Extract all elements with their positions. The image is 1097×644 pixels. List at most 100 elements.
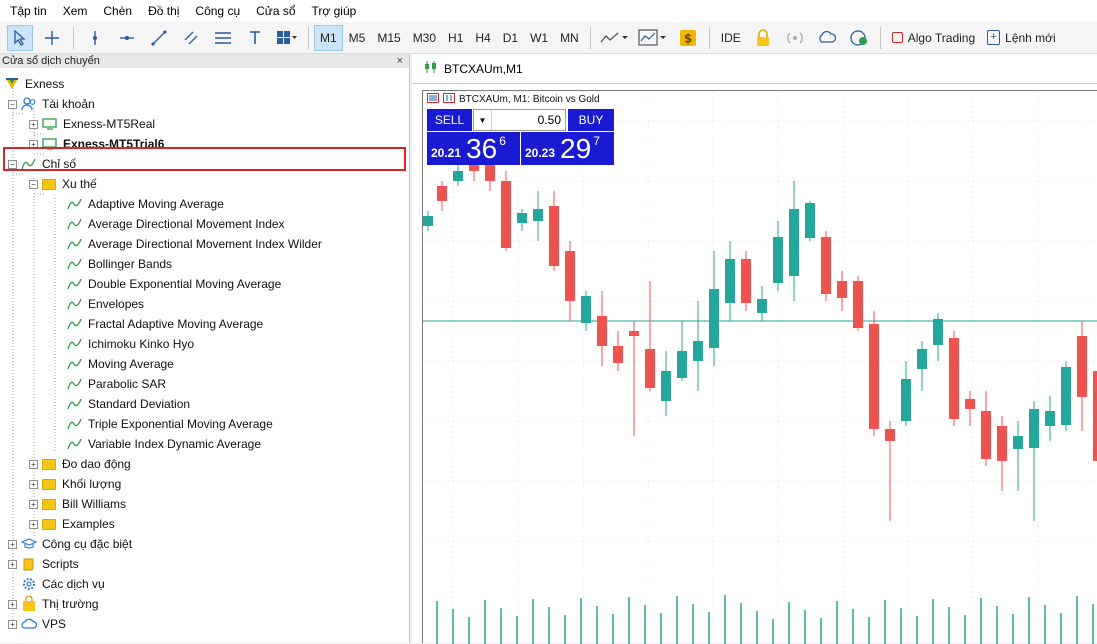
menu-view[interactable]: Xem <box>55 0 96 22</box>
candle <box>645 281 655 391</box>
tree-node-market[interactable]: + Thị trường <box>8 594 99 614</box>
timeframe-m30[interactable]: M30 <box>407 25 442 51</box>
new-order-icon: + <box>987 30 1001 45</box>
tree-node-indicator[interactable]: Standard Deviation <box>67 394 190 414</box>
lot-decrease-icon[interactable]: ▼ <box>474 110 492 130</box>
expand-icon[interactable]: + <box>8 539 17 549</box>
close-icon[interactable]: × <box>397 54 403 68</box>
crosshair-icon[interactable] <box>39 25 65 51</box>
tree-node-indicator[interactable]: Variable Index Dynamic Average <box>67 434 261 454</box>
timeframe-h4[interactable]: H4 <box>469 25 496 51</box>
tree-node-vps[interactable]: + VPS <box>8 614 66 634</box>
candle <box>837 271 847 311</box>
menu-insert[interactable]: Chèn <box>95 0 140 22</box>
expand-icon[interactable]: + <box>29 459 38 469</box>
signal-icon[interactable] <box>782 25 808 51</box>
tree-node-oscillators[interactable]: + Đo dao động <box>29 454 131 474</box>
timeframe-m1[interactable]: M1 <box>314 24 343 51</box>
tree-node-volumes[interactable]: + Khối lượng <box>29 474 121 494</box>
expand-icon[interactable]: + <box>8 619 17 629</box>
timeframe-d1[interactable]: D1 <box>497 25 524 51</box>
expand-icon[interactable]: + <box>29 519 38 529</box>
tree-node-indicator[interactable]: Fractal Adaptive Moving Average <box>67 314 263 334</box>
tree-node-account-real[interactable]: + Exness-MT5Real <box>29 114 155 134</box>
menu-help[interactable]: Trợ giúp <box>304 0 365 22</box>
channel-icon[interactable] <box>178 25 204 51</box>
sell-button[interactable]: SELL <box>427 109 472 131</box>
candle <box>725 241 735 321</box>
tree-node-experts[interactable]: + Công cụ đặc biệt <box>8 534 132 554</box>
sell-price[interactable]: 20.21 36 6 <box>427 132 520 165</box>
menu-chart[interactable]: Đồ thị <box>140 0 187 22</box>
buy-price[interactable]: 20.23 29 7 <box>521 132 614 165</box>
chart-type-icon[interactable] <box>599 25 631 51</box>
text-tool-icon[interactable] <box>242 25 268 51</box>
vertical-line-icon[interactable] <box>82 25 108 51</box>
menu-window[interactable]: Cửa sổ <box>248 0 303 22</box>
tree-node-indicator[interactable]: Double Exponential Moving Average <box>67 274 281 294</box>
new-order-button[interactable]: + Lệnh mới <box>981 25 1062 51</box>
expand-icon[interactable]: + <box>29 119 38 129</box>
lot-size-input[interactable]: ▼ 0.50 <box>473 109 566 131</box>
timeframe-w1[interactable]: W1 <box>524 25 554 51</box>
buy-button[interactable]: BUY <box>568 109 614 131</box>
trendline-icon[interactable] <box>146 25 172 51</box>
dollar-icon[interactable]: $ <box>675 25 701 51</box>
web-icon[interactable] <box>846 25 872 51</box>
chart-menu-icon[interactable] <box>427 93 439 106</box>
tree-node-indicator[interactable]: Adaptive Moving Average <box>67 194 224 214</box>
menu-tools[interactable]: Công cụ <box>187 0 248 22</box>
folder-icon <box>42 498 56 510</box>
tree-node-indicator[interactable]: Parabolic SAR <box>67 374 166 394</box>
tree-node-indicator[interactable]: Average Directional Movement Index Wilde… <box>67 234 322 254</box>
folder-icon <box>42 478 56 490</box>
lot-value[interactable]: 0.50 <box>492 113 565 127</box>
tree-node-indicator[interactable]: Ichimoku Kinko Hyo <box>67 334 194 354</box>
tree-node-bill-williams[interactable]: + Bill Williams <box>29 494 126 514</box>
algo-trading-button[interactable]: Algo Trading <box>886 25 981 51</box>
menu-file[interactable]: Tập tin <box>2 0 55 22</box>
candle <box>533 191 543 241</box>
navigator-title: Cửa sổ dịch chuyển <box>2 55 100 67</box>
shapes-dropdown-icon[interactable] <box>274 25 300 51</box>
cursor-icon[interactable] <box>7 24 33 51</box>
tree-label: Exness <box>25 77 65 91</box>
toolbar-separator <box>308 26 309 49</box>
candle <box>901 361 911 426</box>
chart-tab[interactable]: BTCXAUm,M1 <box>412 54 1097 84</box>
tree-node-examples[interactable]: + Examples <box>29 514 115 534</box>
tree-node-indicator[interactable]: Moving Average <box>67 354 174 374</box>
candle <box>597 291 607 366</box>
ide-button[interactable]: IDE <box>715 25 747 51</box>
cloud-icon[interactable] <box>814 25 840 51</box>
tree-node-exness[interactable]: Exness <box>4 74 64 94</box>
candlestick-chart <box>423 91 1097 644</box>
expand-icon[interactable]: + <box>8 599 17 609</box>
tree-label: Bill Williams <box>62 497 126 511</box>
timeframe-h1[interactable]: H1 <box>442 25 469 51</box>
collapse-icon[interactable]: − <box>29 179 38 189</box>
tree-node-trend[interactable]: − Xu thế <box>29 174 97 194</box>
algo-trading-label: Algo Trading <box>907 30 976 45</box>
tree-node-scripts[interactable]: + Scripts <box>8 554 79 574</box>
fibonacci-icon[interactable] <box>210 25 236 51</box>
expand-icon[interactable]: + <box>29 479 38 489</box>
expand-icon[interactable]: + <box>8 559 17 569</box>
tree-node-indicator[interactable]: Average Directional Movement Index <box>67 214 285 234</box>
indicator-icon <box>67 296 83 312</box>
horizontal-line-icon[interactable] <box>114 25 140 51</box>
tree-node-indicator[interactable]: Bollinger Bands <box>67 254 172 274</box>
tree-node-services[interactable]: Các dịch vụ <box>21 574 105 594</box>
timeframe-mn[interactable]: MN <box>554 25 585 51</box>
tree-node-indicator[interactable]: Envelopes <box>67 294 144 314</box>
expand-icon[interactable]: + <box>29 499 38 509</box>
tree-node-indicator[interactable]: Triple Exponential Moving Average <box>67 414 273 434</box>
candle <box>773 221 783 291</box>
chart-plot-area[interactable]: BTCXAUm, M1: Bitcoin vs Gold SELL ▼ 0.50… <box>422 90 1097 644</box>
collapse-icon[interactable]: − <box>8 99 17 109</box>
timeframe-m5[interactable]: M5 <box>343 25 372 51</box>
indicators-icon[interactable] <box>637 25 669 51</box>
timeframe-m15[interactable]: M15 <box>371 25 406 51</box>
tree-node-accounts[interactable]: − Tài khoản <box>8 94 95 114</box>
lock-icon[interactable] <box>750 25 776 51</box>
